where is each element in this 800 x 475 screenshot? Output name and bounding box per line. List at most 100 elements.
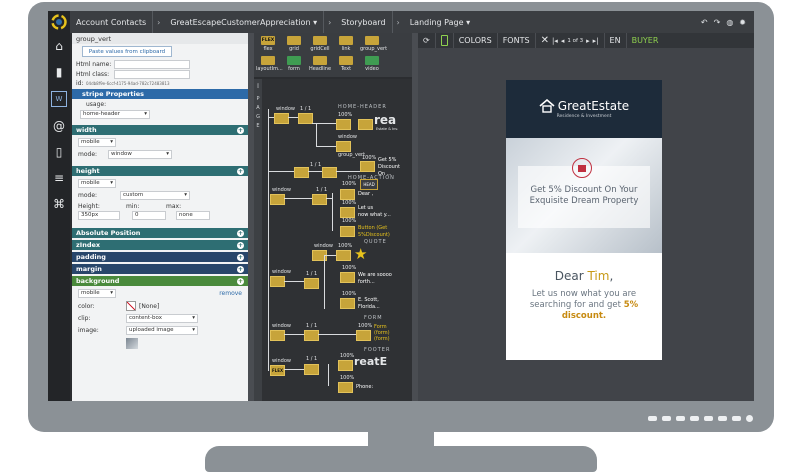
zindex-header[interactable]: zIndex + [72,240,248,250]
undo-icon[interactable]: ↶ [701,18,708,27]
background-section-header[interactable]: background + [72,276,248,286]
refresh-icon[interactable]: ⟳ [418,33,436,48]
section-footer[interactable]: FOOTER [364,347,390,353]
tree-node-group[interactable] [298,113,313,124]
tree-node-group-3[interactable] [312,194,327,205]
plus-icon[interactable]: + [237,229,244,237]
palette-item-headline[interactable]: Headline [308,56,332,72]
breadcrumb-item-account-contacts[interactable]: Account Contacts [70,11,154,33]
plus-icon[interactable]: + [237,253,244,261]
prev-page-icon[interactable]: ◂ [561,37,565,45]
tree-node-form[interactable] [356,330,371,341]
tree-node-text[interactable] [360,161,375,172]
palette-item-layout-image[interactable]: layoutIm... [256,56,283,72]
height-mode-select[interactable]: custom ▾ [120,190,190,200]
palette-item-form[interactable]: form [282,56,306,72]
app-logo-icon[interactable] [48,11,70,33]
background-device-select[interactable]: mobile ▾ [78,288,116,298]
paste-values-button[interactable]: Paste values from clipboard [82,46,172,57]
next-page-icon[interactable]: ▸ [586,37,590,45]
background-image-thumbnail[interactable] [126,338,138,349]
tree-node-quote-text[interactable] [340,272,355,283]
tree-node-window-3[interactable] [294,167,309,178]
plus-icon[interactable]: + [237,265,244,273]
html-class-input[interactable] [114,69,190,79]
redo-icon[interactable]: ↷ [714,18,721,27]
palette-item-flex[interactable]: FLEX flex [256,36,280,52]
margin-header[interactable]: margin + [72,264,248,274]
section-quote[interactable]: QUOTE [364,239,387,245]
height-device-select[interactable]: mobile ▾ [78,178,116,188]
palette-item-gridcell[interactable]: gridCell [308,36,332,52]
fonts-button[interactable]: FONTS [498,33,536,48]
tree-node-button[interactable] [340,226,355,237]
text-editor-icon[interactable]: W [51,91,67,107]
tree-node-window-4[interactable] [270,194,285,205]
width-section-header[interactable]: width + [72,125,248,135]
height-max-input[interactable]: none [176,210,210,220]
flow-icon[interactable]: ⌘ [52,197,66,211]
language-button[interactable]: EN [605,33,627,48]
last-page-icon[interactable]: ▸| [593,37,599,45]
tree-node-phone[interactable] [338,382,353,393]
tree-node-window-7[interactable] [270,330,285,341]
power-button[interactable] [746,415,753,422]
section-form[interactable]: FORM [364,315,383,321]
tree-node-image[interactable] [336,119,351,130]
plus-icon[interactable]: + [237,241,244,249]
tree-node-window-6[interactable] [270,276,285,287]
page-strip[interactable]: ▯ P A G E [254,79,262,401]
colors-button[interactable]: COLORS [454,33,498,48]
tree-node-headline[interactable] [358,119,373,130]
padding-header[interactable]: padding + [72,252,248,262]
tree-node-author[interactable] [340,298,355,309]
width-mode-select[interactable]: window ▾ [108,149,172,159]
breadcrumb-item-storyboard[interactable]: Storyboard [335,11,393,33]
tree-node-group-2[interactable] [322,167,337,178]
tree-node-footer-logo[interactable] [338,360,353,371]
first-page-icon[interactable]: |◂ [552,37,558,45]
palette-item-group-vert[interactable]: group_vert [360,36,387,52]
palette-item-text[interactable]: Text [334,56,358,72]
close-icon[interactable]: ✕ [541,35,549,46]
palette-item-video[interactable]: video [360,56,384,72]
width-device-select[interactable]: mobile ▾ [78,137,116,147]
tree-node-group-6[interactable] [304,364,319,375]
breadcrumb-item-landing-page[interactable]: Landing Page ▾ [404,11,476,33]
plus-icon[interactable]: + [237,167,244,175]
tree-node-group-4[interactable] [304,278,319,289]
height-section-header[interactable]: height + [72,166,248,176]
globe-icon[interactable]: ◍ [726,18,733,27]
tree-node-flex[interactable]: FLEX [270,365,285,376]
tree-node-window-2[interactable] [336,141,351,152]
color-swatch[interactable] [126,301,136,311]
settings-icon[interactable]: ✹ [739,18,746,27]
chart-icon[interactable]: ▮ [52,65,66,79]
height-value-input[interactable]: 350px [78,210,120,220]
persona-button[interactable]: BUYER [627,33,664,48]
absolute-position-header[interactable]: Absolute Position + [72,228,248,238]
at-icon[interactable]: @ [52,119,66,133]
palette-item-grid[interactable]: grid [282,36,306,52]
image-select[interactable]: uploaded image ▾ [126,325,198,335]
clip-select[interactable]: content-box ▾ [126,313,198,323]
height-min-input[interactable]: 0 [132,210,166,220]
remove-link[interactable]: remove [219,290,242,297]
breadcrumb-item-campaign[interactable]: GreatEscapeCustomerAppreciation ▾ [164,11,325,33]
tree-node-dear[interactable] [340,189,355,200]
plus-icon[interactable]: + [237,277,244,285]
home-icon[interactable]: ⌂ [52,39,66,53]
plus-icon[interactable]: + [237,126,244,134]
tree-node-image-2[interactable] [336,250,351,261]
document-icon[interactable]: ▯ [52,145,66,159]
tree-node-group-5[interactable] [304,330,319,341]
section-home-header[interactable]: HOME-HEADER [338,104,387,110]
database-icon[interactable]: ≡ [52,171,66,185]
mobile-preview-icon[interactable] [436,33,454,48]
usage-select[interactable]: home-header ▾ [80,109,150,119]
html-name-input[interactable] [114,59,190,69]
tree-node-head[interactable]: HEAD [360,179,378,190]
tree-node-window[interactable] [274,113,289,124]
palette-item-link[interactable]: link [334,36,358,52]
tree-node-letus[interactable] [340,207,355,218]
